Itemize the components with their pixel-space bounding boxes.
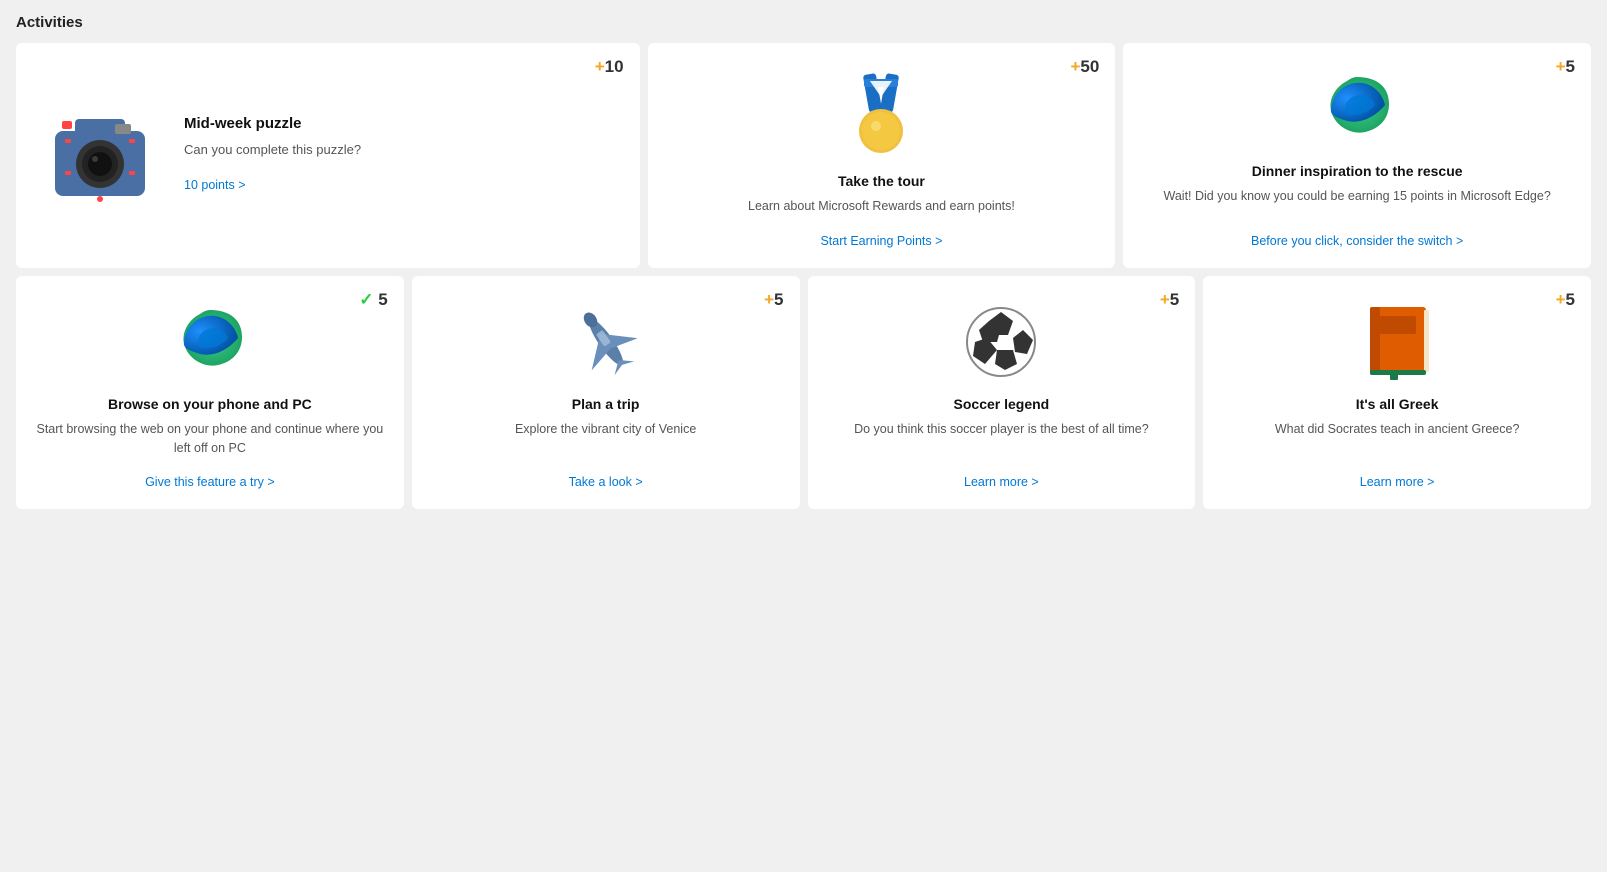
card-take-tour: +50 Take the tour Learn about Microsoft …: [648, 43, 1116, 268]
card-trip-title: Plan a trip: [572, 396, 640, 412]
activities-row2: ✓ 5 Browse on your p: [16, 276, 1591, 510]
points-badge-soccer: +5: [1160, 290, 1179, 310]
soccer-ball-icon: [961, 302, 1041, 382]
card-puzzle-link[interactable]: 10 points >: [184, 178, 246, 192]
card-plan-trip: +5 Plan a trip Explore the: [412, 276, 800, 510]
points-badge-dinner: +5: [1556, 57, 1575, 77]
card-tour-link[interactable]: Start Earning Points >: [820, 234, 942, 248]
card-browse-title: Browse on your phone and PC: [108, 396, 312, 412]
points-badge-tour: +50: [1070, 57, 1099, 77]
activities-row1: +10: [16, 43, 1591, 268]
card-soccer-legend: +5 Soccer legend Do you think this socce…: [808, 276, 1196, 510]
card-browse-phone: ✓ 5 Browse on your p: [16, 276, 404, 510]
book-icon: [1362, 302, 1432, 382]
card-dinner-desc: Wait! Did you know you could be earning …: [1164, 187, 1551, 216]
card-dinner-inspiration: +5: [1123, 43, 1591, 268]
card-tour-title: Take the tour: [838, 173, 925, 189]
card-soccer-title: Soccer legend: [954, 396, 1050, 412]
page-title: Activities: [16, 10, 1591, 31]
points-badge-greek: +5: [1556, 290, 1575, 310]
card-puzzle-desc: Can you complete this puzzle?: [184, 140, 620, 160]
card-greek: +5 It's all Greek What did Socrates teac…: [1203, 276, 1591, 510]
card-dinner-link[interactable]: Before you click, consider the switch >: [1251, 234, 1463, 248]
card-greek-title: It's all Greek: [1356, 396, 1439, 412]
airplane-icon: [566, 302, 646, 382]
edge-icon-dinner: [1317, 69, 1397, 149]
points-badge-trip: +5: [764, 290, 783, 310]
card-trip-desc: Explore the vibrant city of Venice: [515, 420, 696, 458]
camera-icon: [40, 91, 160, 216]
card-tour-desc: Learn about Microsoft Rewards and earn p…: [748, 197, 1015, 216]
card-puzzle-content: Mid-week puzzle Can you complete this pu…: [184, 115, 620, 192]
card-greek-desc: What did Socrates teach in ancient Greec…: [1275, 420, 1520, 458]
medal-icon: [836, 69, 926, 159]
card-soccer-desc: Do you think this soccer player is the b…: [854, 420, 1149, 458]
card-browse-desc: Start browsing the web on your phone and…: [36, 420, 384, 458]
card-soccer-link[interactable]: Learn more >: [964, 475, 1039, 489]
card-puzzle-title: Mid-week puzzle: [184, 115, 620, 132]
points-badge-puzzle: +10: [595, 57, 624, 77]
points-badge-browse: ✓ 5: [359, 290, 387, 310]
edge-icon-browse: [170, 302, 250, 382]
card-greek-link[interactable]: Learn more >: [1360, 475, 1435, 489]
card-browse-link[interactable]: Give this feature a try >: [145, 475, 275, 489]
card-mid-week-puzzle: +10: [16, 43, 640, 268]
card-dinner-title: Dinner inspiration to the rescue: [1252, 163, 1463, 179]
card-trip-link[interactable]: Take a look >: [569, 475, 643, 489]
